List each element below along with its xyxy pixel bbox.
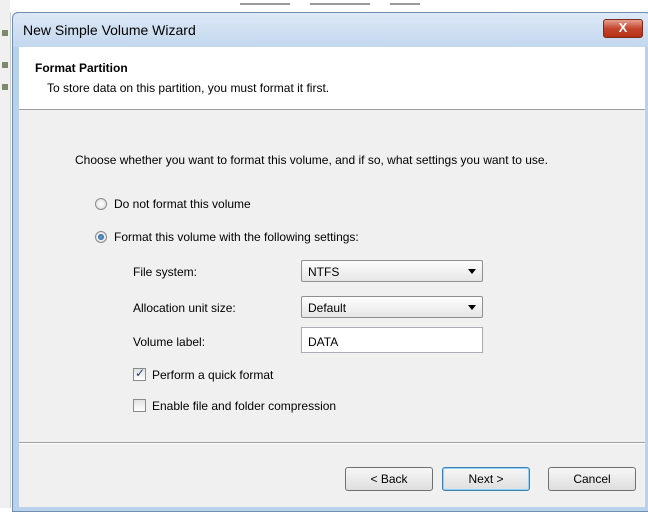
back-button[interactable]: < Back [345,467,433,491]
file-system-dropdown[interactable]: NTFS [301,260,483,282]
compression-checkbox[interactable] [133,399,146,412]
file-system-label: File system: [133,265,198,279]
compression-label: Enable file and folder compression [152,399,337,413]
background-mark [390,3,420,5]
window-title: New Simple Volume Wizard [23,22,196,38]
quick-format-label: Perform a quick format [152,368,274,382]
volume-label-input[interactable] [301,327,483,353]
background-icon [2,30,8,36]
button-separator [19,442,645,444]
background-desktop-strip [0,0,11,508]
background-mark [310,3,370,5]
allocation-unit-size-dropdown[interactable]: Default [301,296,483,318]
cancel-button[interactable]: Cancel [548,467,636,491]
allocation-unit-size-label: Allocation unit size: [133,301,236,315]
wizard-header: Format Partition To store data on this p… [19,47,645,110]
page-title: Format Partition [35,61,128,75]
allocation-unit-size-value: Default [308,301,347,315]
background-mark [240,3,290,5]
close-icon: X [618,20,628,35]
chevron-down-icon [468,305,476,310]
background-top-strip [10,0,648,12]
instructions-text: Choose whether you want to format this v… [75,153,548,167]
background-icon [2,84,8,90]
radio-button[interactable] [95,198,107,210]
chevron-down-icon [468,269,476,274]
background-icon [2,62,8,68]
radio-no-format-label: Do not format this volume [114,197,251,211]
wizard-window: New Simple Volume Wizard X Format Partit… [12,12,648,512]
quick-format-checkbox[interactable] [133,366,146,381]
file-system-value: NTFS [308,265,340,279]
volume-label-label: Volume label: [133,335,206,349]
next-button[interactable]: Next > [442,467,530,491]
radio-button[interactable] [95,231,107,243]
page-subtitle: To store data on this partition, you mus… [47,81,330,95]
close-button[interactable]: X [603,19,643,38]
title-bar[interactable]: New Simple Volume Wizard X [13,13,648,47]
radio-format-label: Format this volume with the following se… [114,230,359,244]
wizard-client-area: Format Partition To store data on this p… [19,47,645,507]
